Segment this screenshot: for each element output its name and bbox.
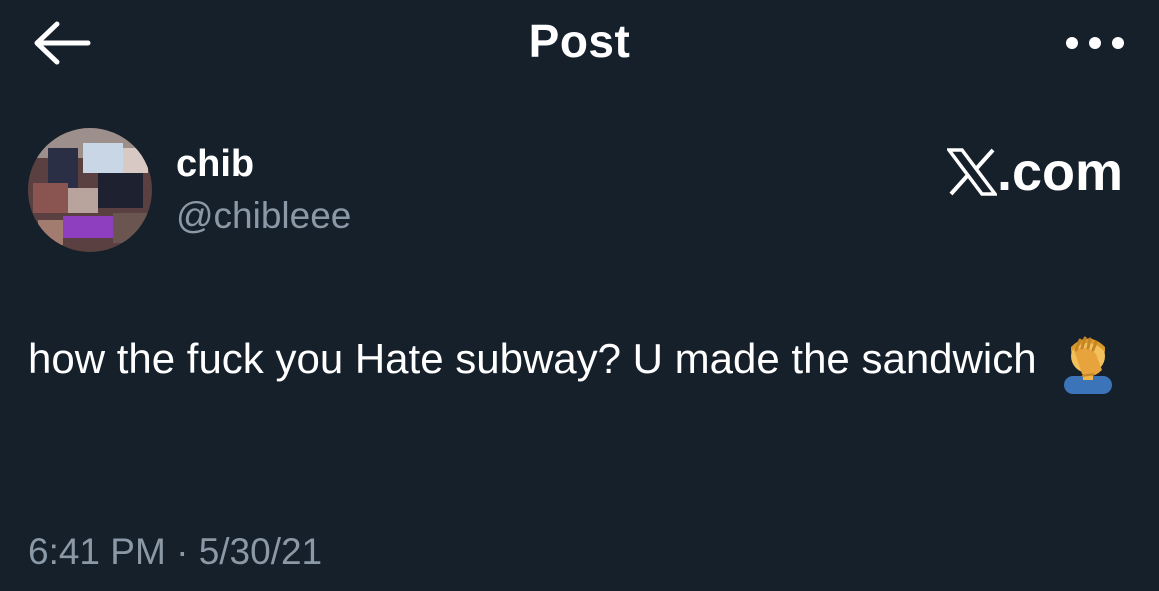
more-options-button[interactable]: [1062, 28, 1130, 58]
more-dot-icon: [1089, 37, 1101, 49]
author-handle[interactable]: @chibleee: [176, 195, 351, 237]
author-display-name[interactable]: chib: [176, 143, 254, 186]
watermark-text: .com: [996, 142, 1123, 202]
more-dot-icon: [1112, 37, 1124, 49]
facepalm-emoji-icon: [1056, 330, 1120, 394]
avatar-image: [28, 128, 152, 252]
page-title: Post: [528, 15, 631, 67]
post-text-container: how the fuck you Hate subway? U made the…: [28, 328, 1128, 394]
post-time[interactable]: 6:41 PM: [28, 531, 166, 572]
top-bar: Post: [0, 0, 1159, 90]
more-dot-icon: [1066, 37, 1078, 49]
timestamp-separator: ·: [176, 531, 189, 572]
post-date[interactable]: 5/30/21: [199, 531, 322, 572]
avatar[interactable]: [28, 128, 152, 252]
x-com-watermark: .com: [946, 141, 1123, 203]
post-timestamp: 6:41 PM · 5/30/21: [28, 531, 322, 573]
post-text: how the fuck you Hate subway? U made the…: [28, 335, 1037, 382]
x-logo-icon: [946, 148, 997, 196]
